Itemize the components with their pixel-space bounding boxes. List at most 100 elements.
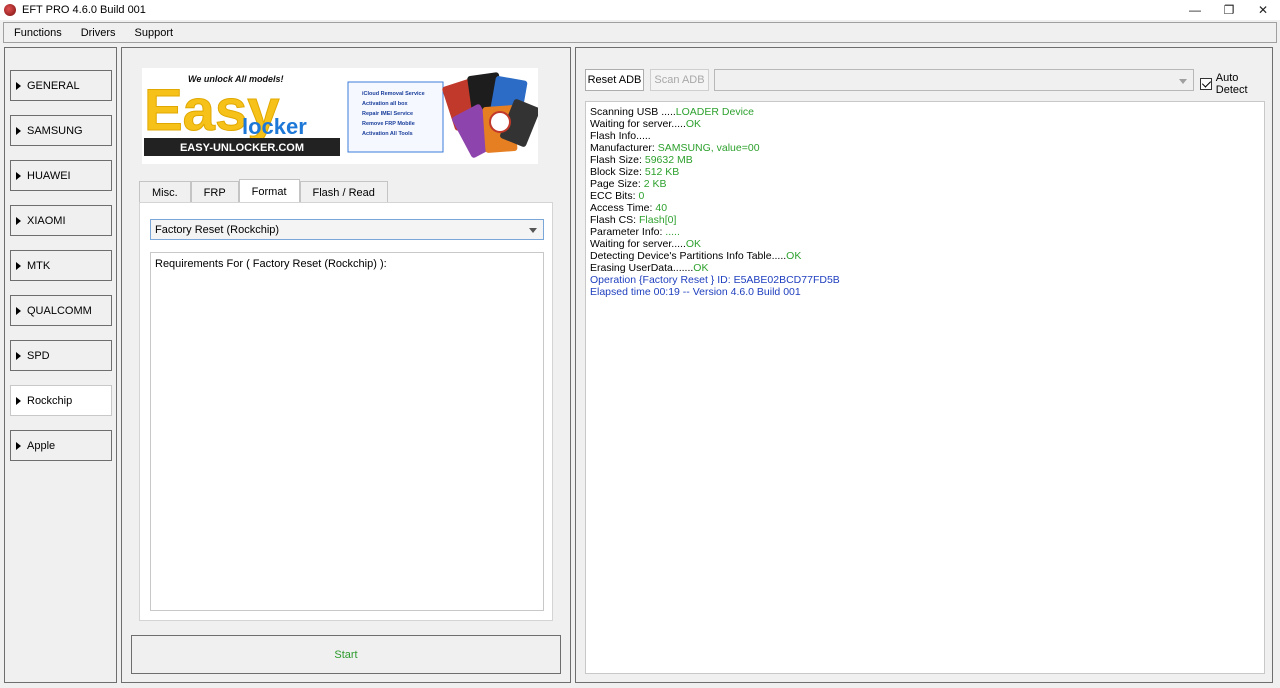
category-qualcomm-button[interactable]: QUALCOMM [10, 295, 112, 326]
log-label: Flash Info..... [590, 130, 651, 142]
requirements-textbox[interactable]: Requirements For ( Factory Reset (Rockch… [150, 252, 544, 611]
expand-arrow-icon [16, 261, 21, 270]
log-line: Operation {Factory Reset } ID: E5ABE02BC… [590, 274, 1260, 286]
banner-brand-sub: locker [242, 114, 307, 139]
log-value: Operation {Factory Reset } ID: E5ABE02BC… [590, 274, 840, 286]
log-line: Waiting for server.....OK [590, 238, 1260, 250]
app-logo-icon [4, 4, 16, 16]
log-value: LOADER Device [675, 106, 754, 118]
category-label: Rockchip [27, 394, 73, 407]
log-output[interactable]: Scanning USB .....LOADER Device Waiting f… [585, 101, 1265, 674]
menu-drivers[interactable]: Drivers [71, 27, 125, 39]
category-label: GENERAL [27, 79, 80, 92]
log-value: OK [786, 250, 802, 262]
log-value: 512 KB [644, 166, 680, 178]
log-value: OK [685, 118, 702, 130]
category-huawei-button[interactable]: HUAWEI [10, 160, 112, 191]
log-line: Flash CS: Flash[0] [590, 214, 1260, 226]
auto-detect-label: Auto Detect [1215, 72, 1248, 96]
log-line: Detecting Device's Partitions Info Table… [590, 250, 1260, 262]
window-title: EFT PRO 4.6.0 Build 001 [22, 4, 146, 16]
log-line: Parameter Info: ..... [590, 226, 1260, 238]
category-label: QUALCOMM [27, 304, 92, 317]
log-label: Flash Size: [590, 154, 645, 166]
start-button[interactable]: Start [131, 635, 561, 674]
expand-arrow-icon [16, 216, 21, 225]
expand-arrow-icon [16, 351, 21, 360]
dropdown-arrow-icon[interactable] [1179, 79, 1187, 84]
window-controls: — ❐ ✕ [1178, 0, 1280, 20]
category-mtk-button[interactable]: MTK [10, 250, 112, 281]
log-label: Flash CS: [590, 214, 640, 226]
port-select[interactable] [714, 69, 1194, 91]
menu-support[interactable]: Support [125, 27, 183, 39]
log-label: Waiting for server..... [590, 118, 686, 130]
easy-locker-logo-icon: Easy locker We unlock All models! EASY-U… [142, 68, 538, 164]
scan-adb-button[interactable]: Scan ADB [650, 69, 709, 91]
log-line: Elapsed time 00:19 -- Version 4.6.0 Buil… [590, 286, 1260, 298]
log-value: ..... [665, 226, 680, 238]
category-xiaomi-button[interactable]: XIAOMI [10, 205, 112, 236]
category-panel: GENERAL SAMSUNG HUAWEI XIAOMI MTK QUALCO… [4, 47, 117, 683]
auto-detect-checkbox[interactable]: Auto Detect [1200, 72, 1272, 96]
log-line: Flash Info..... [590, 130, 1260, 142]
log-value: 0 [638, 190, 645, 202]
operation-tabs: Misc. FRP Format Flash / Read [139, 179, 388, 203]
category-label: HUAWEI [27, 169, 71, 182]
log-label: Access Time: [590, 202, 656, 214]
expand-arrow-icon [16, 441, 21, 450]
banner-service-2: Repair IMEI Service [362, 111, 413, 117]
category-apple-button[interactable]: Apple [10, 430, 112, 461]
log-line: Flash Size: 59632 MB [590, 154, 1260, 166]
banner-service-3: Remove FRP Mobile [362, 121, 415, 127]
log-label: Waiting for server..... [590, 238, 686, 250]
log-line: Waiting for server.....OK [590, 118, 1260, 130]
log-label: Erasing UserData....... [590, 262, 694, 274]
log-line: Block Size: 512 KB [590, 166, 1260, 178]
log-line: Manufacturer: SAMSUNG, value=00 [590, 142, 1260, 154]
log-label: Parameter Info: [590, 226, 666, 238]
menu-bar: Functions Drivers Support [3, 22, 1277, 43]
log-line: Page Size: 2 KB [590, 178, 1260, 190]
category-label: XIAOMI [27, 214, 66, 227]
log-label: Manufacturer: [590, 142, 658, 154]
category-spd-button[interactable]: SPD [10, 340, 112, 371]
expand-arrow-icon [16, 81, 21, 90]
tab-frp[interactable]: FRP [190, 181, 239, 203]
requirements-text: Requirements For ( Factory Reset (Rockch… [155, 258, 387, 270]
banner-service-0: iCloud Removal Service [362, 91, 425, 97]
operation-select[interactable]: Factory Reset (Rockchip) [150, 219, 544, 240]
tab-format[interactable]: Format [238, 179, 300, 203]
close-icon[interactable]: ✕ [1246, 0, 1280, 20]
operation-select-value: Factory Reset (Rockchip) [155, 223, 280, 236]
category-rockchip-button[interactable]: Rockchip [10, 385, 112, 416]
banner-service-1: Activation all box [362, 101, 408, 107]
category-label: MTK [27, 259, 51, 272]
log-value: 59632 MB [644, 154, 693, 166]
category-samsung-button[interactable]: SAMSUNG [10, 115, 112, 146]
log-label: Detecting Device's Partitions Info Table… [590, 250, 787, 262]
restore-icon[interactable]: ❐ [1212, 0, 1246, 20]
log-value: 2 KB [643, 178, 667, 190]
tab-flash-read[interactable]: Flash / Read [299, 181, 388, 203]
log-line: Scanning USB .....LOADER Device [590, 106, 1260, 118]
dropdown-arrow-icon[interactable] [529, 228, 537, 233]
menu-functions[interactable]: Functions [4, 27, 71, 39]
banner-site: EASY-UNLOCKER.COM [180, 142, 304, 154]
log-value: Flash[0] [639, 214, 677, 226]
category-general-button[interactable]: GENERAL [10, 70, 112, 101]
advert-banner[interactable]: Easy locker We unlock All models! EASY-U… [142, 68, 538, 164]
log-label: Scanning USB ..... [590, 106, 676, 118]
log-line: Erasing UserData.......OK [590, 262, 1260, 274]
log-line: Access Time: 40 [590, 202, 1260, 214]
log-panel: Reset ADB Scan ADB Auto Detect Scanning … [575, 47, 1273, 683]
category-label: SAMSUNG [27, 124, 83, 137]
category-label: Apple [27, 439, 56, 452]
category-label: SPD [27, 349, 50, 362]
banner-service-4: Activation All Tools [362, 131, 413, 137]
format-tab-content: Factory Reset (Rockchip) Requirements Fo… [139, 202, 553, 621]
checkbox-checked-icon[interactable] [1200, 78, 1212, 90]
tab-misc[interactable]: Misc. [139, 181, 191, 203]
reset-adb-button[interactable]: Reset ADB [585, 69, 644, 91]
minimize-icon[interactable]: — [1178, 0, 1212, 20]
